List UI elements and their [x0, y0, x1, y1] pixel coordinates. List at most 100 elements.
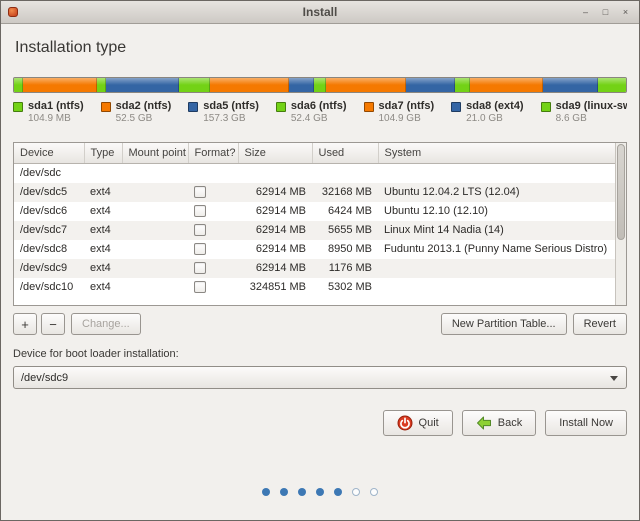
legend-partition-name: sda7 (ntfs)	[378, 100, 435, 112]
table-row[interactable]: /dev/sdc	[14, 163, 615, 183]
partition-segment	[96, 78, 106, 92]
format-checkbox[interactable]	[194, 185, 206, 198]
legend-partition-size: 21.0 GB	[466, 113, 503, 124]
progress-dot-complete	[280, 488, 288, 496]
column-header[interactable]: Used	[312, 143, 379, 164]
bootloader-device-select[interactable]: /dev/sdc9	[13, 366, 627, 389]
back-arrow-icon	[476, 416, 491, 430]
remove-partition-button[interactable]: −	[41, 313, 65, 335]
chevron-down-icon	[610, 376, 618, 381]
table-row[interactable]: /dev/sdc6 ext4 62914 MB 6424 MB Ubuntu 12.10…	[14, 202, 615, 221]
legend-swatch	[188, 102, 199, 112]
quit-button[interactable]: Quit	[382, 410, 453, 436]
legend-partition-size: 52.5 GB	[115, 113, 153, 124]
legend-swatch	[13, 102, 23, 112]
partition-segment	[23, 78, 97, 92]
partition-table: Device Type Mount point Format? Size Used Syst…	[13, 142, 627, 306]
legend-item: sda1 (ntfs) 104.9 MB	[13, 100, 84, 129]
column-header[interactable]: Mount point	[122, 143, 189, 164]
column-header[interactable]: Size	[238, 143, 313, 164]
format-checkbox[interactable]	[194, 261, 206, 274]
window-controls: – □ ×	[579, 6, 639, 19]
partition-segment	[598, 78, 626, 92]
type-cell: ext4	[90, 223, 111, 236]
page-title: Installation type	[15, 39, 127, 56]
progress-dots	[1, 488, 639, 496]
partition-segment	[543, 78, 599, 92]
footer-buttons: Quit Back Install Now	[13, 410, 627, 436]
partition-segment	[179, 78, 210, 92]
size-cell: 62914 MB	[255, 223, 306, 236]
install-now-button-label: Install Now	[559, 417, 613, 429]
column-header[interactable]: Type	[84, 143, 123, 164]
format-checkbox[interactable]	[194, 280, 206, 293]
device-cell: /dev/sdc7	[20, 223, 68, 236]
table-row[interactable]: /dev/sdc10 ext4 324851 MB 5302 MB	[14, 278, 615, 297]
mount-point-cell	[122, 221, 188, 240]
used-cell: 8950 MB	[327, 242, 372, 255]
format-cell	[188, 221, 238, 240]
new-partition-table-button[interactable]: New Partition Table...	[440, 313, 567, 335]
format-checkbox[interactable]	[194, 242, 206, 255]
back-button[interactable]: Back	[461, 410, 537, 436]
legend-swatch	[100, 102, 111, 112]
install-window: Install – □ × Installation type sda1 (nt…	[0, 0, 640, 521]
mount-point-cell	[122, 278, 188, 297]
legend-item: sda7 (ntfs) 104.9 GB	[363, 100, 435, 129]
partition-segment	[105, 78, 180, 92]
partition-legend: sda1 (ntfs) 104.9 MB sda2 (ntfs) 52.5 GB sda…	[13, 100, 627, 129]
partition-segment	[289, 78, 314, 92]
used-cell: 6424 MB	[327, 204, 372, 217]
legend-partition-name: sda2 (ntfs)	[115, 100, 172, 112]
progress-dot-pending	[352, 488, 360, 496]
legend-swatch	[540, 102, 551, 112]
table-row[interactable]: /dev/sdc9 ext4 62914 MB 1176 MB	[14, 258, 615, 278]
scrollbar-thumb[interactable]	[617, 144, 625, 240]
format-checkbox[interactable]	[194, 204, 206, 217]
legend-partition-size: 157.3 GB	[203, 113, 246, 124]
add-partition-button[interactable]: +	[13, 313, 37, 335]
maximize-icon[interactable]: □	[599, 6, 612, 19]
format-cell	[188, 259, 238, 278]
mount-point-cell	[122, 259, 188, 278]
format-checkbox[interactable]	[194, 223, 206, 236]
table-body: /dev/sdc/dev/sdc5 ext4 62914 MB 32168 MB Ubu…	[14, 163, 615, 297]
legend-partition-name: sda6 (ntfs)	[290, 100, 347, 112]
table-header-row: Device Type Mount point Format? Size Used Syst…	[14, 143, 615, 164]
table-row[interactable]: /dev/sdc8 ext4 62914 MB 8950 MB Fuduntu 2013…	[14, 240, 615, 259]
type-cell: ext4	[90, 280, 111, 293]
column-header[interactable]: System	[378, 143, 615, 164]
partition-actions: + − Change... New Partition Table... Rev…	[13, 313, 627, 335]
partition-segment	[469, 78, 544, 92]
change-partition-button[interactable]: Change...	[71, 313, 141, 335]
legend-item: sda9 (linux-swap)8.6 GB	[540, 100, 627, 129]
size-cell: 62914 MB	[255, 242, 306, 255]
partition-segment	[14, 78, 24, 92]
device-cell: /dev/sdc8	[20, 242, 68, 255]
power-icon	[397, 415, 413, 431]
system-cell: Fuduntu 2013.1 (Punny Name Serious Distr…	[384, 242, 608, 255]
window-menu-icon[interactable]	[8, 7, 18, 17]
legend-partition-size: 8.6 GB	[555, 113, 587, 124]
window-titlebar[interactable]: Install – □ ×	[1, 1, 639, 24]
mount-point-cell	[122, 183, 188, 202]
device-cell: /dev/sdc6	[20, 204, 68, 217]
window-title: Install	[302, 5, 338, 19]
format-cell	[188, 183, 238, 202]
close-icon[interactable]: ×	[619, 6, 632, 19]
size-cell: 62914 MB	[255, 185, 306, 198]
column-header[interactable]: Format?	[188, 143, 239, 164]
table-scrollbar[interactable]	[615, 143, 626, 305]
minimize-icon[interactable]: –	[579, 6, 592, 19]
device-cell: /dev/sdc5	[20, 185, 68, 198]
table-row[interactable]: /dev/sdc5 ext4 62914 MB 32168 MB Ubuntu 12.0…	[14, 182, 615, 202]
legend-item: sda6 (ntfs) 52.4 GB	[275, 100, 347, 129]
install-now-button[interactable]: Install Now	[545, 410, 627, 436]
table-row[interactable]: /dev/sdc7 ext4 62914 MB 5655 MB Linux Mint 1…	[14, 220, 615, 240]
column-header[interactable]: Device	[14, 143, 85, 164]
revert-button[interactable]: Revert	[572, 313, 627, 335]
type-cell	[84, 163, 122, 183]
size-cell: 324851 MB	[249, 280, 306, 293]
mount-point-cell	[122, 202, 188, 221]
size-cell: 62914 MB	[255, 261, 306, 274]
